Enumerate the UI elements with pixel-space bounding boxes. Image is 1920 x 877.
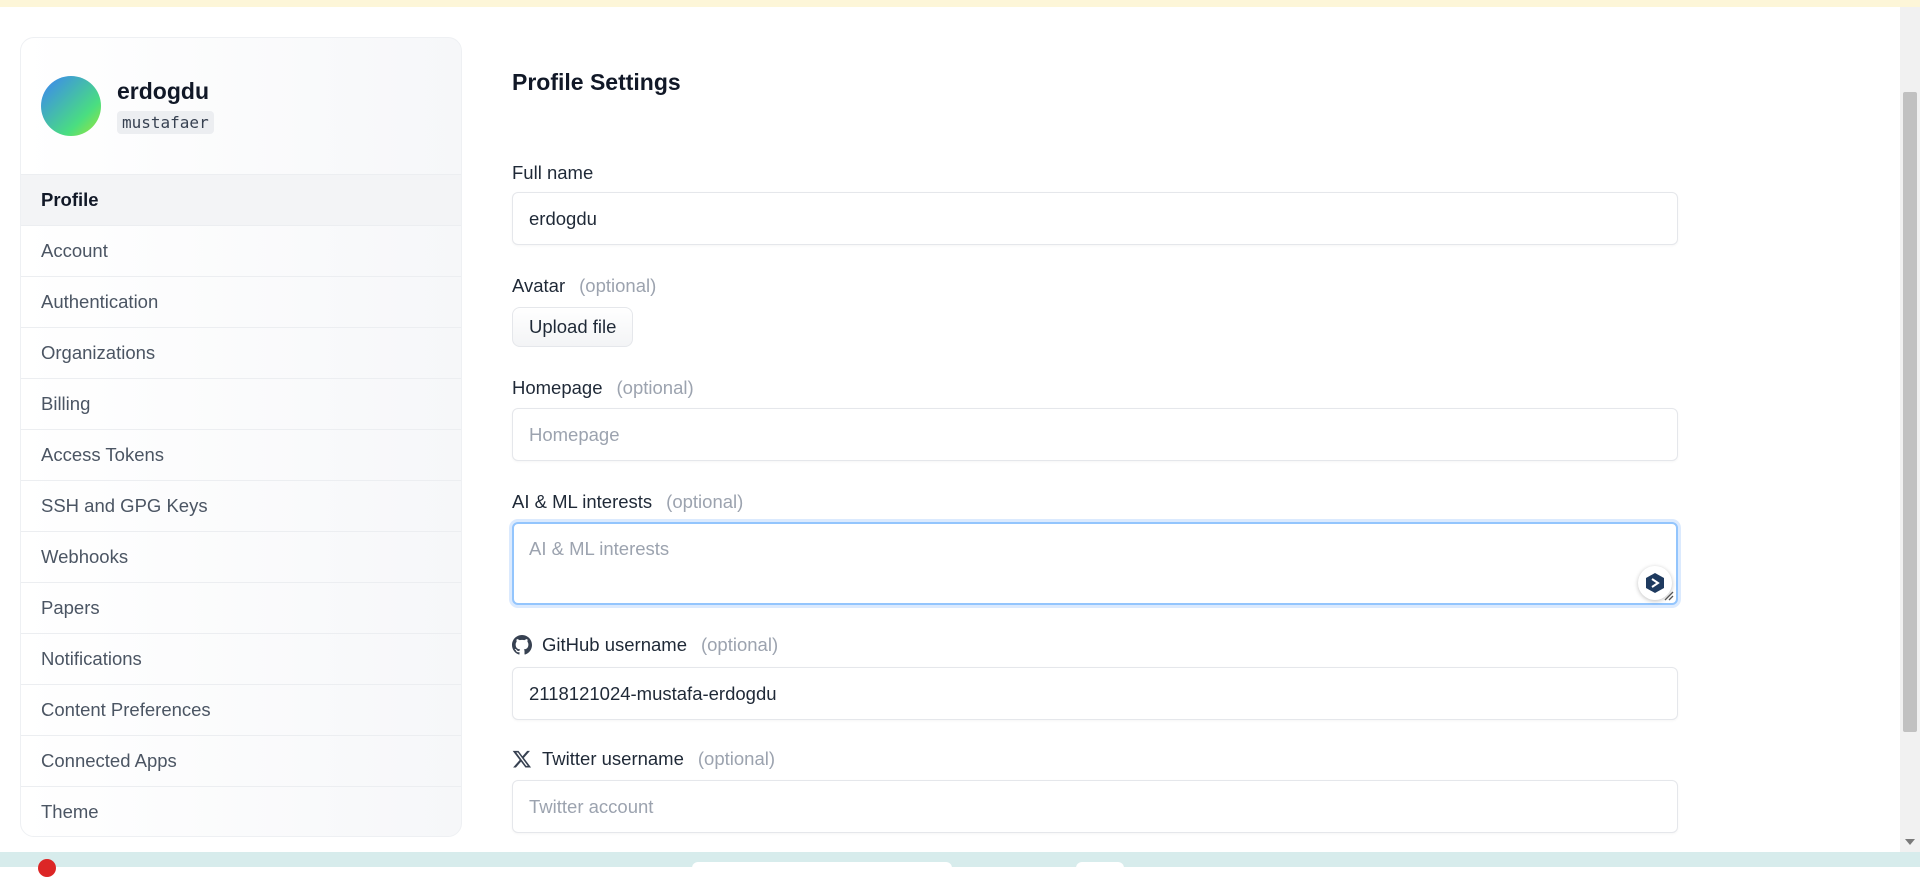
sidebar-item-account[interactable]: Account (21, 225, 461, 276)
extension-logo-icon (1646, 573, 1664, 593)
sidebar-item-access-tokens[interactable]: Access Tokens (21, 429, 461, 480)
settings-sidebar: erdogdu mustafaer Profile Account Authenti… (20, 37, 462, 837)
sidebar-item-label: Papers (41, 597, 100, 618)
sidebar-item-content-preferences[interactable]: Content Preferences (21, 684, 461, 735)
sidebar-item-label: SSH and GPG Keys (41, 495, 208, 516)
twitter-label: Twitter username (optional) (512, 748, 775, 770)
optional-hint: (optional) (666, 491, 744, 512)
sidebar-item-label: Webhooks (41, 546, 129, 567)
github-icon (512, 635, 532, 655)
page-title: Profile Settings (512, 69, 681, 95)
full-name-input[interactable] (512, 192, 1678, 245)
sidebar-item-ssh-and-gpg-keys[interactable]: SSH and GPG Keys (21, 480, 461, 531)
sidebar-item-label: Organizations (41, 342, 156, 363)
twitter-label-text: Twitter username (542, 748, 684, 769)
interests-textarea[interactable] (512, 522, 1678, 605)
full-name-label: Full name (512, 162, 593, 184)
sidebar-profile-header: erdogdu mustafaer (21, 38, 461, 174)
notification-badge-icon[interactable] (38, 859, 56, 877)
twitter-username-input[interactable] (512, 780, 1678, 833)
avatar[interactable] (41, 76, 101, 136)
sidebar-item-organizations[interactable]: Organizations (21, 327, 461, 378)
taskbar-item[interactable] (692, 862, 952, 872)
sidebar-item-notifications[interactable]: Notifications (21, 633, 461, 684)
sidebar-item-connected-apps[interactable]: Connected Apps (21, 735, 461, 786)
top-banner-strip (0, 0, 1920, 7)
homepage-input[interactable] (512, 408, 1678, 461)
sidebar-item-papers[interactable]: Papers (21, 582, 461, 633)
sidebar-item-label: Access Tokens (41, 444, 165, 465)
sidebar-item-authentication[interactable]: Authentication (21, 276, 461, 327)
optional-hint: (optional) (697, 748, 776, 769)
github-label: GitHub username (optional) (512, 634, 778, 656)
homepage-label: Homepage (optional) (512, 377, 694, 399)
optional-hint: (optional) (579, 275, 657, 296)
sidebar-item-profile[interactable]: Profile (21, 174, 461, 225)
homepage-label-text: Homepage (512, 377, 603, 398)
github-username-input[interactable] (512, 667, 1678, 720)
sidebar-item-label: Profile (41, 189, 99, 210)
taskbar-strip (0, 852, 1920, 867)
scrollbar-thumb[interactable] (1903, 92, 1917, 732)
avatar-label: Avatar (optional) (512, 275, 656, 297)
sidebar-item-theme[interactable]: Theme (21, 786, 461, 836)
sidebar-item-label: Billing (41, 393, 91, 414)
optional-hint: (optional) (616, 377, 694, 398)
interests-label: AI & ML interests (optional) (512, 491, 743, 513)
sidebar-item-label: Content Preferences (41, 699, 211, 720)
sidebar-item-webhooks[interactable]: Webhooks (21, 531, 461, 582)
sidebar-item-billing[interactable]: Billing (21, 378, 461, 429)
sidebar-item-label: Account (41, 240, 108, 261)
sidebar-item-label: Theme (41, 801, 99, 822)
taskbar-item[interactable] (1076, 862, 1124, 872)
scroll-down-arrow-icon[interactable] (1905, 839, 1915, 845)
github-label-text: GitHub username (542, 634, 687, 655)
full-name-label-text: Full name (512, 162, 594, 183)
x-icon (512, 750, 532, 768)
resize-grip-icon[interactable] (1664, 591, 1674, 601)
optional-hint: (optional) (700, 634, 779, 655)
interests-label-text: AI & ML interests (512, 491, 653, 512)
sidebar-item-label: Authentication (41, 291, 159, 312)
username-badge: mustafaer (117, 111, 214, 134)
upload-file-button[interactable]: Upload file (512, 307, 634, 347)
sidebar-item-label: Connected Apps (41, 750, 177, 771)
avatar-label-text: Avatar (512, 275, 566, 296)
page-scrollbar[interactable] (1900, 7, 1920, 852)
sidebar-item-label: Notifications (41, 648, 142, 669)
sidebar-nav-list: Profile Account Authentication Organization… (21, 174, 461, 836)
user-display-name: erdogdu (117, 78, 209, 104)
